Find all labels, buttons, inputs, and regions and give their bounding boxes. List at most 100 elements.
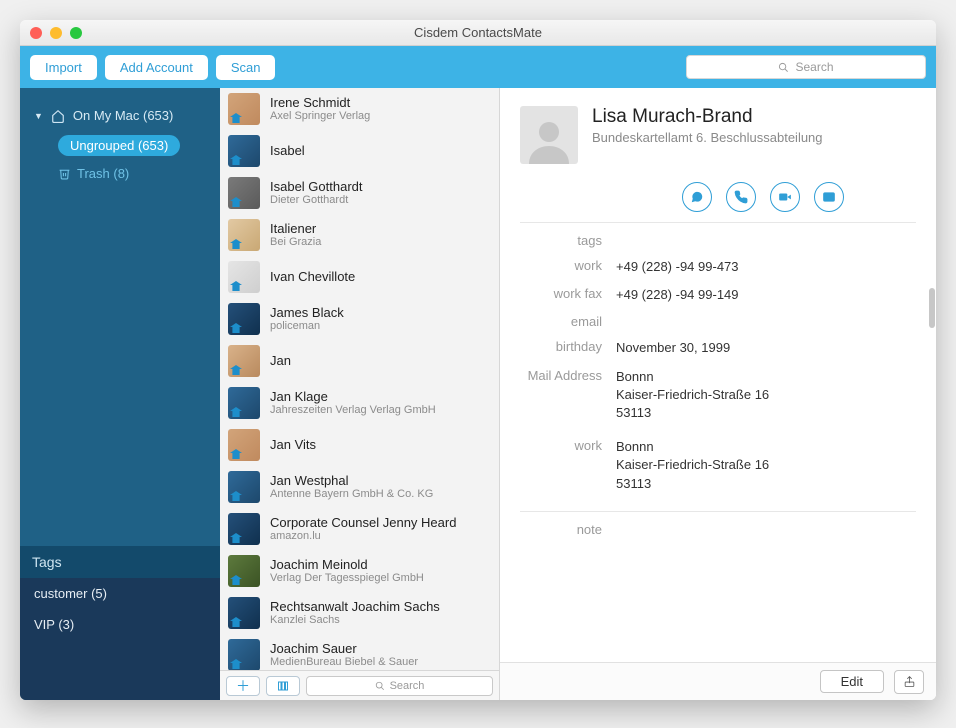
contact-list-item[interactable]: Ivan Chevillote (220, 256, 499, 298)
list-search-input[interactable]: Search (306, 676, 493, 696)
avatar (228, 177, 260, 209)
avatar (228, 303, 260, 335)
columns-button[interactable] (266, 676, 300, 696)
chevron-down-icon: ▼ (34, 111, 43, 121)
toolbar: Import Add Account Scan Search (20, 46, 936, 88)
field-label-tags: tags (520, 233, 616, 248)
minimize-window-button[interactable] (50, 27, 62, 39)
contact-actions (610, 182, 916, 212)
avatar (228, 261, 260, 293)
avatar (228, 513, 260, 545)
field-label-mail-address: Mail Address (520, 368, 616, 423)
home-icon (51, 109, 65, 123)
contact-subtitle: Axel Springer Verlag (270, 110, 370, 123)
contact-name: Joachim Meinold (270, 557, 424, 573)
contact-name: Isabel (270, 143, 305, 159)
contact-list-item[interactable]: Joachim SauerMedienBureau Biebel & Sauer (220, 634, 499, 670)
share-icon (903, 675, 916, 688)
contact-name: Jan Klage (270, 389, 436, 405)
contact-list-item[interactable]: Jan KlageJahreszeiten Verlag Verlag GmbH (220, 382, 499, 424)
contact-list-item[interactable]: ItalienerBei Grazia (220, 214, 499, 256)
import-button[interactable]: Import (30, 55, 97, 80)
contact-subtitle: Verlag Der Tagesspiegel GmbH (270, 572, 424, 585)
contacts-list[interactable]: Irene SchmidtAxel Springer Verlag Isabel I… (220, 88, 499, 670)
contact-avatar (520, 106, 578, 164)
search-icon (778, 62, 789, 73)
field-value-work-phone: +49 (228) -94 99-473 (616, 258, 916, 276)
avatar (228, 93, 260, 125)
contact-name: Jan Westphal (270, 473, 433, 489)
contact-list-item[interactable]: Jan Vits (220, 424, 499, 466)
contact-subtitle: Antenne Bayern GmbH & Co. KG (270, 488, 433, 501)
sidebar-trash[interactable]: Trash (8) (58, 166, 210, 181)
contact-name: Jan (270, 353, 291, 369)
contact-org: Bundeskartellamt 6. Beschlussabteilung (592, 130, 823, 145)
contact-name: Italiener (270, 221, 321, 237)
avatar (228, 135, 260, 167)
call-button[interactable] (726, 182, 756, 212)
avatar (228, 597, 260, 629)
sidebar-tag-customer[interactable]: customer (5) (20, 578, 220, 609)
contact-list-item[interactable]: Irene SchmidtAxel Springer Verlag (220, 88, 499, 130)
scrollbar[interactable] (929, 288, 935, 328)
contact-name: Irene Schmidt (270, 95, 370, 111)
contact-subtitle: amazon.lu (270, 530, 456, 543)
sidebar-tag-vip[interactable]: VIP (3) (20, 609, 220, 640)
contact-list-item[interactable]: Rechtsanwalt Joachim SachsKanzlei Sachs (220, 592, 499, 634)
separator (520, 511, 916, 512)
video-icon (778, 190, 792, 204)
contact-name: Corporate Counsel Jenny Heard (270, 515, 456, 531)
list-footer: ＋ Search (220, 670, 499, 700)
contact-subtitle: Dieter Gotthardt (270, 194, 363, 207)
contact-subtitle: policeman (270, 320, 344, 333)
scan-button[interactable]: Scan (216, 55, 276, 80)
contact-subtitle: Jahreszeiten Verlag Verlag GmbH (270, 404, 436, 417)
field-value-email (616, 314, 916, 329)
contact-list-item[interactable]: Joachim MeinoldVerlag Der Tagesspiegel G… (220, 550, 499, 592)
contact-list-item[interactable]: Jan (220, 340, 499, 382)
global-search-input[interactable]: Search (686, 55, 926, 79)
field-label-note: note (520, 522, 616, 537)
contact-list-item[interactable]: Isabel GotthardtDieter Gotthardt (220, 172, 499, 214)
contact-subtitle: MedienBureau Biebel & Sauer (270, 656, 418, 669)
sidebar-ungrouped[interactable]: Ungrouped (653) (58, 135, 180, 156)
message-button[interactable] (682, 182, 712, 212)
detail-footer: Edit (500, 662, 936, 700)
field-value-work-address: Bonnn Kaiser-Friedrich-Straße 16 53113 (616, 438, 916, 493)
video-button[interactable] (770, 182, 800, 212)
list-search-placeholder: Search (390, 680, 425, 692)
field-value-note (616, 522, 916, 537)
field-label-workfax: work fax (520, 286, 616, 304)
sidebar-on-my-mac[interactable]: ▼ On My Mac (653) (30, 102, 210, 129)
add-account-button[interactable]: Add Account (105, 55, 208, 80)
app-window: Cisdem ContactsMate Import Add Account S… (20, 20, 936, 700)
edit-button[interactable]: Edit (820, 670, 884, 693)
search-icon (375, 681, 385, 691)
contact-list-item[interactable]: Jan WestphalAntenne Bayern GmbH & Co. KG (220, 466, 499, 508)
field-value-mail-address: Bonnn Kaiser-Friedrich-Straße 16 53113 (616, 368, 916, 423)
close-window-button[interactable] (30, 27, 42, 39)
window-title: Cisdem ContactsMate (20, 25, 936, 40)
field-label-work-address: work (520, 438, 616, 493)
sidebar-on-my-mac-label: On My Mac (653) (73, 108, 173, 123)
contact-list-item[interactable]: Corporate Counsel Jenny Heardamazon.lu (220, 508, 499, 550)
avatar (228, 387, 260, 419)
columns-icon (276, 680, 290, 692)
sidebar-tags-header: Tags (20, 546, 220, 578)
avatar (228, 471, 260, 503)
contact-subtitle: Kanzlei Sachs (270, 614, 440, 627)
trash-icon (58, 167, 71, 180)
titlebar: Cisdem ContactsMate (20, 20, 936, 46)
contact-detail-pane: Lisa Murach-Brand Bundeskartellamt 6. Be… (500, 88, 936, 700)
contact-list-item[interactable]: Isabel (220, 130, 499, 172)
phone-icon (734, 190, 748, 204)
add-contact-button[interactable]: ＋ (226, 676, 260, 696)
avatar (228, 345, 260, 377)
contact-list-item[interactable]: James Blackpoliceman (220, 298, 499, 340)
share-button[interactable] (894, 670, 924, 694)
zoom-window-button[interactable] (70, 27, 82, 39)
separator (520, 222, 916, 223)
contact-name: Ivan Chevillote (270, 269, 355, 285)
email-button[interactable] (814, 182, 844, 212)
field-value-workfax: +49 (228) -94 99-149 (616, 286, 916, 304)
